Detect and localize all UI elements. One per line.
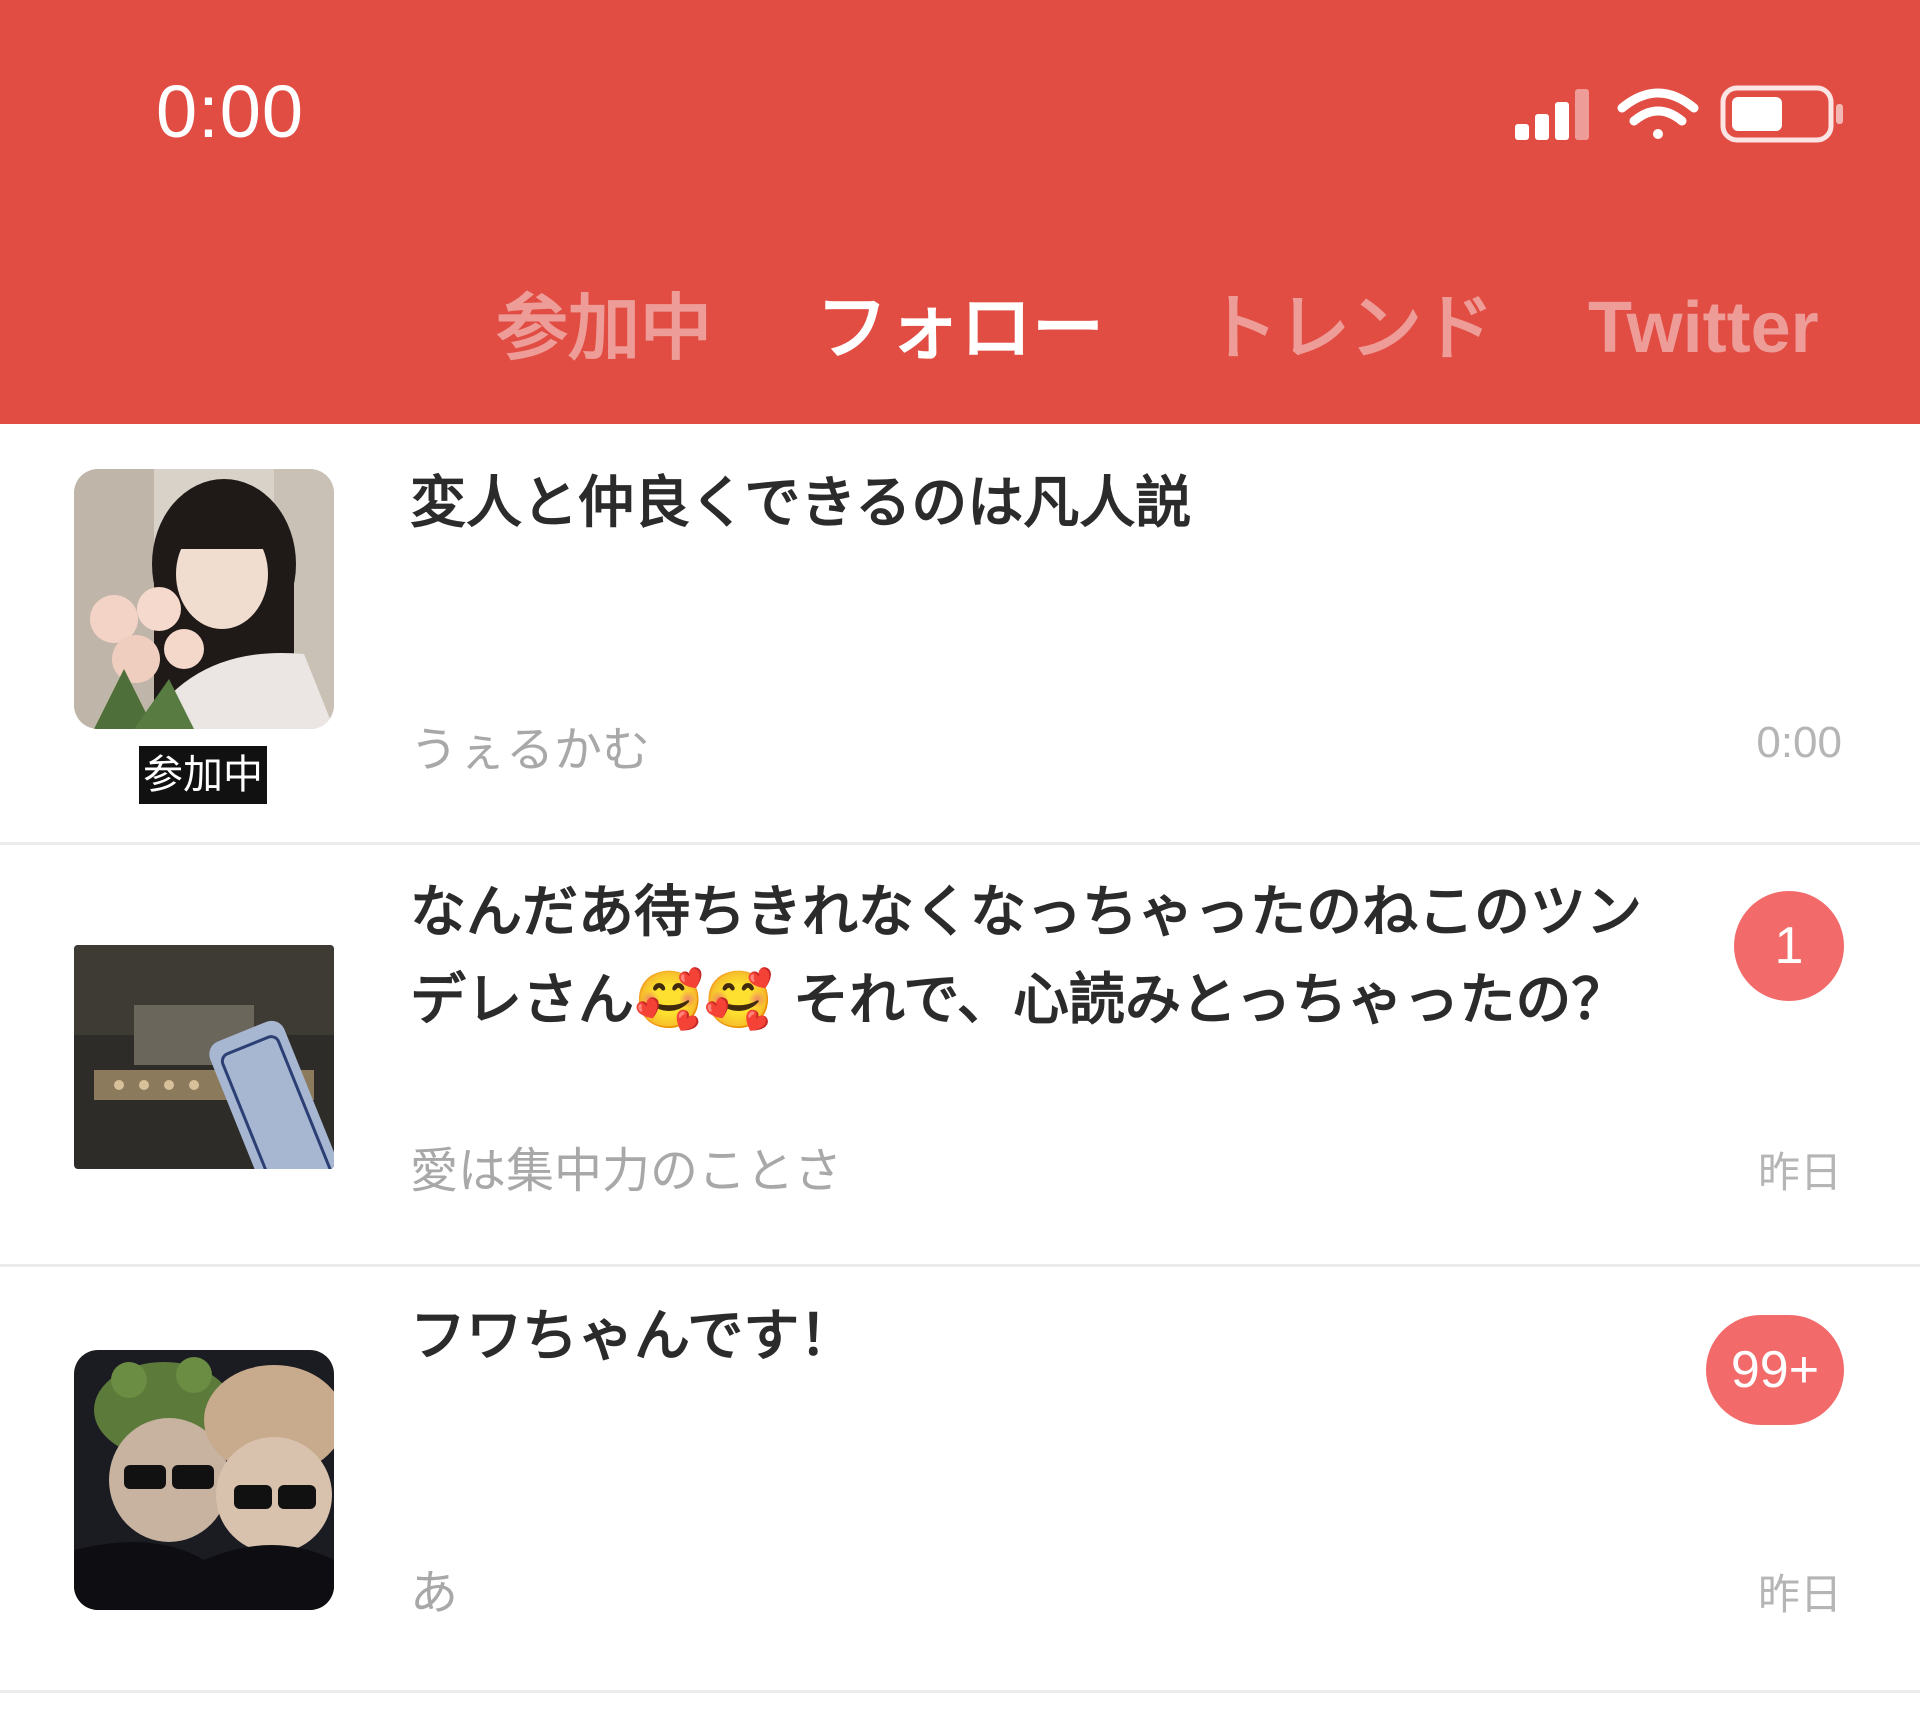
- room-title: なんだあ待ちきれなくなっちゃったのねこのツンデレさん🥰🥰 それで、心読みとっちゃ…: [410, 880, 1642, 1033]
- tab-bar: 参加中 フォロー トレンド Twitter: [0, 278, 1920, 378]
- room-subtitle: 愛は集中力のことさ: [410, 1143, 843, 1199]
- room-subtitle: うぇるかむ: [410, 722, 651, 778]
- room-subtitle: あ: [410, 1565, 459, 1621]
- signal-icon: [1515, 89, 1589, 140]
- room-title: 変人と仲良くできるのは凡人説: [410, 471, 1192, 536]
- room-thumbnail: [74, 945, 334, 1169]
- status-icons: [1510, 80, 1850, 150]
- room-time: 0:00: [1756, 718, 1842, 767]
- divider: [0, 1690, 1920, 1693]
- room-row[interactable]: なんだあ待ちきれなくなっちゃったのねこのツンデレさん🥰🥰 それで、心読みとっちゃ…: [0, 845, 1920, 1265]
- status-time: 0:00: [156, 70, 305, 153]
- room-thumbnail: [74, 1350, 334, 1610]
- room-title: フワちゃんです！: [410, 1304, 856, 1369]
- unread-badge: 99+: [1706, 1315, 1844, 1425]
- room-row[interactable]: 参加中 変人と仲良くできるのは凡人説 うぇるかむ 0:00: [0, 424, 1920, 844]
- tab-follow[interactable]: フォロー: [816, 278, 1104, 378]
- tab-joined[interactable]: 参加中: [496, 278, 712, 378]
- room-time: 昨日: [1757, 1570, 1842, 1619]
- room-thumbnail: [74, 469, 334, 729]
- app-header: 0:00 参加中 フォロー トレンド Twitter: [0, 0, 1920, 424]
- unread-badge: 1: [1734, 891, 1844, 1001]
- battery-icon: [1720, 85, 1843, 143]
- room-time: 昨日: [1757, 1148, 1842, 1197]
- joined-tag: 参加中: [139, 746, 267, 804]
- tab-twitter[interactable]: Twitter: [1588, 278, 1819, 378]
- room-row[interactable]: フワちゃんです！ あ 99+ 昨日: [0, 1267, 1920, 1692]
- tab-trend[interactable]: トレンド: [1206, 278, 1494, 378]
- wifi-icon: [1617, 88, 1699, 139]
